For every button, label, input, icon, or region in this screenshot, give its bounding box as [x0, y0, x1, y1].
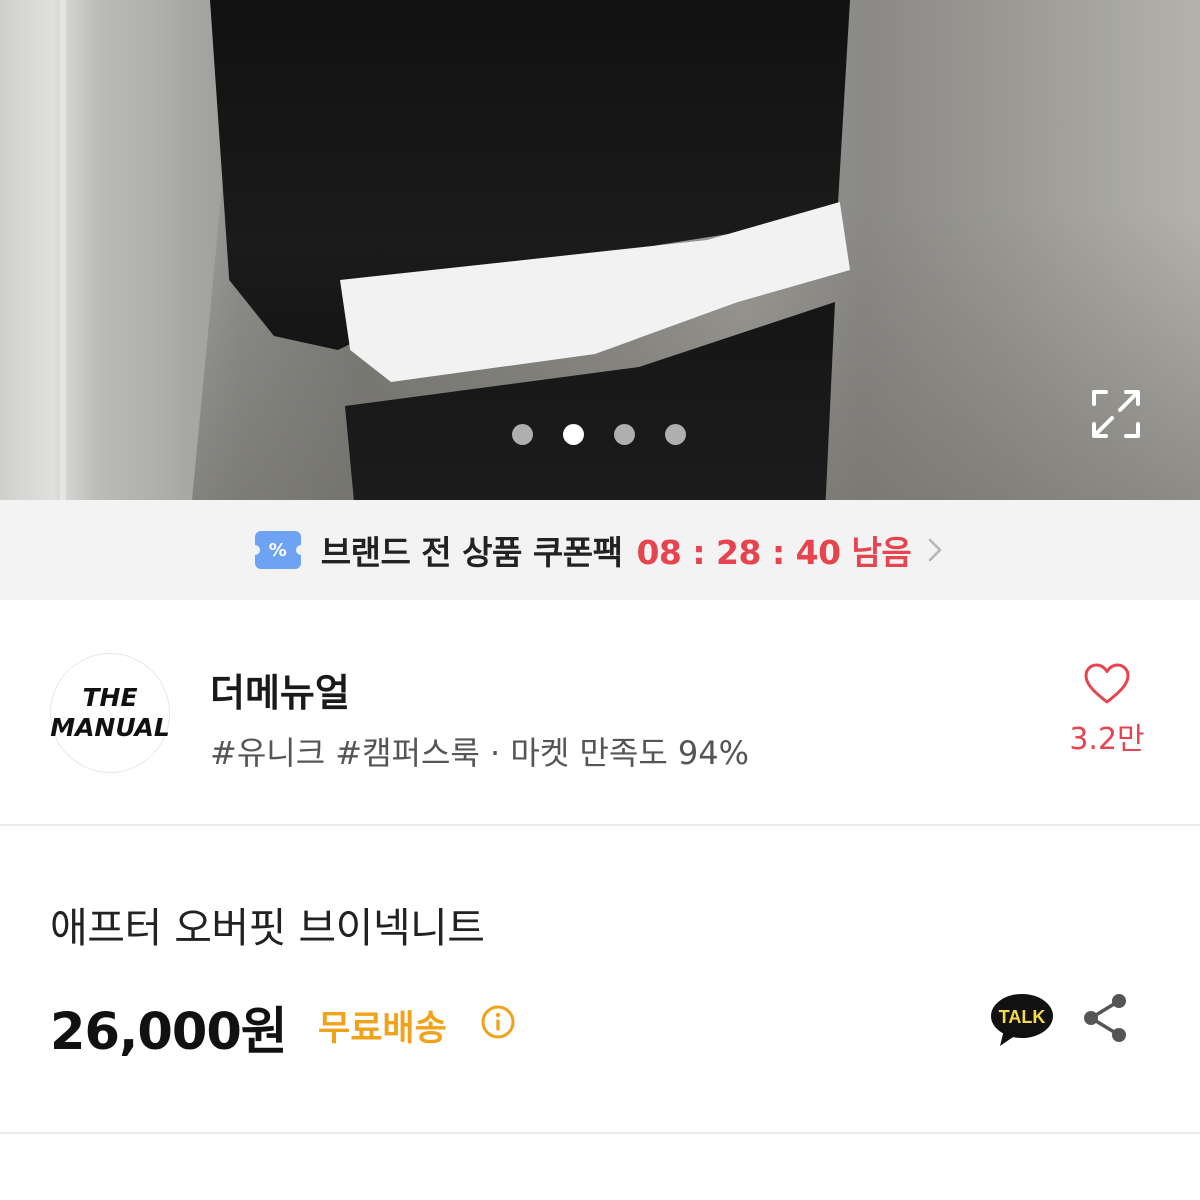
carousel-dot[interactable] — [614, 424, 635, 445]
brand-logo-line1: THE — [82, 683, 138, 712]
section-divider — [0, 1132, 1200, 1134]
talk-label: TALK — [999, 1007, 1046, 1027]
brand-logo[interactable]: THE MANUAL — [50, 653, 170, 773]
info-icon[interactable] — [480, 1004, 516, 1040]
coupon-timer: 08 : 28 : 40 남음 — [636, 533, 912, 572]
coupon-banner[interactable]: % 브랜드 전 상품 쿠폰팩 08 : 28 : 40 남음 — [0, 500, 1200, 600]
photo-wall-line — [60, 0, 66, 500]
carousel-indicator — [512, 424, 686, 445]
product-price: 26,000원 — [50, 1003, 288, 1062]
brand-logo-line2: MANUAL — [50, 713, 170, 742]
share-icon[interactable] — [1082, 992, 1130, 1044]
brand-name[interactable]: 더메뉴얼 — [210, 662, 350, 717]
heart-icon — [1084, 663, 1130, 704]
chevron-right-icon — [929, 538, 942, 562]
like-button[interactable]: 3.2만 — [1062, 662, 1152, 758]
carousel-dot[interactable] — [512, 424, 533, 445]
product-photo[interactable] — [0, 0, 1200, 500]
carousel-dot-active[interactable] — [563, 424, 584, 445]
coupon-text: 브랜드 전 상품 쿠폰팩 — [320, 533, 623, 572]
expand-icon[interactable] — [1090, 388, 1142, 440]
kakao-talk-icon[interactable]: TALK — [990, 992, 1054, 1048]
coupon-ticket-icon: % — [249, 531, 306, 569]
shipping-label: 무료배송 — [318, 1009, 447, 1049]
product-title: 애프터 오버핏 브이넥니트 — [50, 904, 485, 952]
brand-section — [0, 600, 1200, 826]
carousel-dot[interactable] — [665, 424, 686, 445]
brand-tags: #유니크 #캠퍼스룩 · 마켓 만족도 94% — [210, 734, 750, 772]
coupon-icon-symbol: % — [268, 539, 287, 561]
like-count: 3.2만 — [1069, 722, 1145, 757]
